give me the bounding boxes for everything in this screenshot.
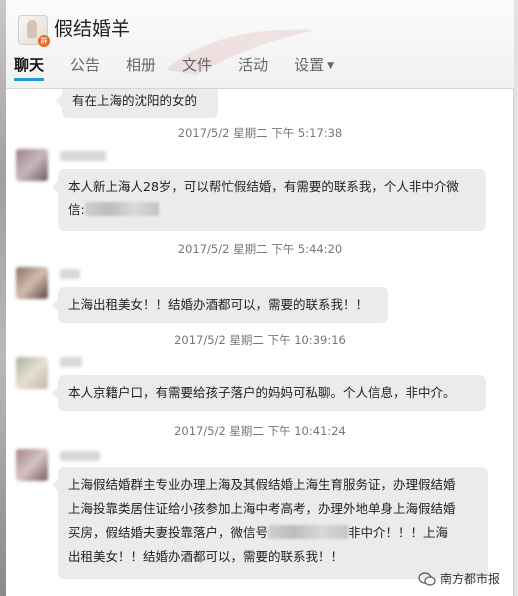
chevron-down-icon: ▼ — [327, 61, 335, 71]
newspaper-watermark: 南方都市报 — [418, 570, 500, 587]
message-bubble: 本人新上海人28岁，可以帮忙假结婚，有需要的联系我，个人非中介微 信: — [52, 169, 486, 231]
tab-settings[interactable]: 设置 ▼ — [294, 54, 334, 81]
watermark-text: 南方都市报 — [439, 572, 500, 586]
message-timestamp: 2017/5/2 星期二 下午 5:17:38 — [177, 126, 343, 140]
redacted-wechat-id — [268, 525, 349, 539]
message-bubble: 上海出租美女！！结婚办酒都可以，需要的联系我！！ — [52, 287, 388, 323]
tab-files[interactable]: 文件 — [182, 54, 212, 81]
message-text: 上海出租美女！！结婚办酒都可以，需要的联系我！！ — [68, 297, 369, 312]
message-timestamp: 2017/5/2 星期二 下午 10:39:16 — [174, 333, 346, 347]
tab-bar: 聊天 公告 相册 文件 活动 设置 ▼ — [14, 54, 360, 81]
message-text: 本人京籍户口，有需要给孩子落户的妈妈可私聊。个人信息，非中介。 — [68, 385, 456, 400]
message-bubble: 上海假结婚群主专业办理上海及其假结婚上海生育服务证，办理假结婚 上海投靠类居住证… — [52, 467, 488, 579]
redacted-wechat-id — [84, 202, 159, 216]
message-timestamp: 2017/5/2 星期二 下午 10:41:24 — [174, 424, 346, 438]
group-title: 假结婚羊 — [54, 18, 131, 40]
message-text: 出租美女！！结婚办酒都可以，需要的联系我！！ — [68, 549, 344, 564]
message-text: 本人新上海人28岁，可以帮忙假结婚，有需要的联系我，个人非中介微 — [68, 179, 459, 194]
message-bubble: 本人京籍户口，有需要给孩子落户的妈妈可私聊。个人信息，非中介。 — [52, 375, 486, 411]
tab-album[interactable]: 相册 — [126, 54, 156, 81]
message-bubble: 有在上海的沈阳的女的 — [56, 89, 218, 118]
chat-history[interactable]: 有在上海的沈阳的女的 2017/5/2 星期二 下午 5:17:38 本人新上海… — [6, 89, 514, 596]
group-header: 群 假结婚羊 聊天 公告 相册 文件 活动 设置 ▼ — [6, 0, 514, 89]
avatar[interactable] — [16, 267, 48, 299]
message-timestamp: 2017/5/2 星期二 下午 5:44:20 — [177, 242, 343, 256]
wechat-icon — [418, 571, 436, 586]
avatar[interactable] — [16, 449, 48, 481]
sender-name-redacted — [60, 357, 82, 367]
message-text-line: 买房，假结婚夫妻投靠落户，微信号 非中介！！！上海 — [68, 525, 449, 540]
sender-name-redacted — [60, 269, 80, 279]
sender-name-redacted — [60, 151, 106, 161]
tab-chat[interactable]: 聊天 — [14, 54, 45, 81]
sender-name-redacted — [60, 451, 100, 461]
group-avatar[interactable]: 群 — [18, 15, 50, 47]
avatar[interactable] — [16, 149, 48, 181]
message-text: 上海投靠类居住证给小孩参加上海中考高考，办理外地单身上海假结婚 — [68, 501, 456, 516]
avatar[interactable] — [16, 357, 48, 389]
group-badge-icon: 群 — [38, 35, 50, 47]
tab-announcement[interactable]: 公告 — [70, 54, 100, 81]
message-text: 上海假结婚群主专业办理上海及其假结婚上海生育服务证，办理假结婚 — [68, 477, 456, 492]
message-text-line: 信: — [68, 198, 476, 221]
tab-activity[interactable]: 活动 — [238, 54, 268, 81]
message-text: 有在上海的沈阳的女的 — [72, 93, 198, 108]
